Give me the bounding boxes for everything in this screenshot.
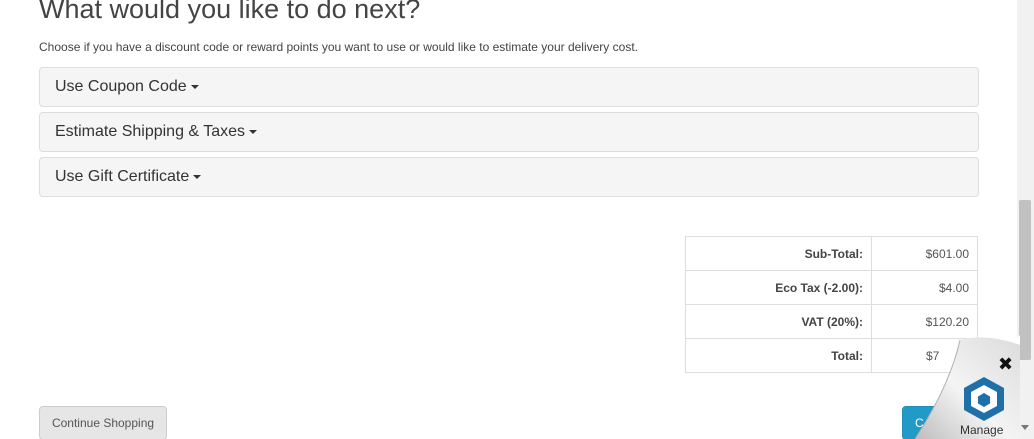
shipping-panel-title[interactable]: Estimate Shipping & Taxes	[55, 123, 258, 141]
caret-down-icon	[193, 174, 202, 179]
manage-label[interactable]: Manage	[960, 423, 1003, 437]
scrollbar-thumb[interactable]	[1019, 200, 1031, 360]
close-icon[interactable]: ✖	[998, 355, 1013, 373]
gift-certificate-panel-header[interactable]: Use Gift Certificate	[39, 157, 979, 197]
hexagon-logo-icon	[964, 377, 1004, 421]
shipping-panel-header[interactable]: Estimate Shipping & Taxes	[39, 112, 979, 152]
totals-label: Eco Tax (-2.00):	[685, 270, 872, 305]
totals-label: Sub-Total:	[685, 236, 872, 271]
coupon-panel-title[interactable]: Use Coupon Code	[55, 78, 199, 96]
page-heading: What would you like to do next?	[39, 0, 421, 24]
caret-down-icon	[249, 129, 258, 134]
totals-row-subtotal: Sub-Total: $601.00	[685, 236, 978, 271]
totals-row-eco-tax: Eco Tax (-2.00): $4.00	[685, 270, 978, 305]
caret-down-icon	[190, 84, 199, 89]
totals-row-vat: VAT (20%): $120.20	[685, 304, 978, 339]
totals-value: $601.00	[871, 236, 978, 271]
totals-label: Total:	[685, 338, 872, 373]
coupon-panel-header[interactable]: Use Coupon Code	[39, 67, 979, 107]
manage-widget[interactable]: ✖ Manage	[915, 335, 1020, 439]
totals-label: VAT (20%):	[685, 304, 872, 339]
continue-shopping-button[interactable]: Continue Shopping	[39, 406, 167, 439]
intro-text: Choose if you have a discount code or re…	[39, 40, 638, 54]
totals-value: $120.20	[871, 304, 978, 339]
gift-certificate-panel-title[interactable]: Use Gift Certificate	[55, 168, 202, 186]
totals-value: $4.00	[871, 270, 978, 305]
scroll-down-arrow-icon[interactable]	[1021, 425, 1029, 430]
